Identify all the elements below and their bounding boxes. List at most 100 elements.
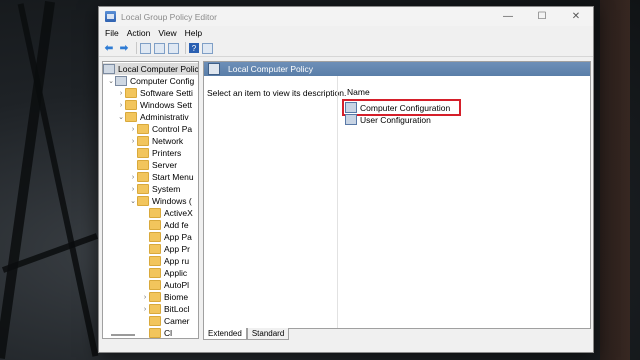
tree-item-component[interactable]: App Pa bbox=[141, 231, 192, 243]
tree-item-label: Windows ( bbox=[152, 196, 192, 206]
tree-item-label: AutoPl bbox=[164, 280, 190, 290]
tree-item-component[interactable]: Cl bbox=[141, 327, 172, 338]
horizontal-scrollbar[interactable] bbox=[111, 334, 135, 336]
folder-icon bbox=[149, 256, 161, 266]
tab-standard[interactable]: Standard bbox=[246, 328, 290, 340]
computer-icon bbox=[345, 102, 357, 113]
folder-icon bbox=[137, 184, 149, 194]
tree-item-label: Start Menu bbox=[152, 172, 194, 182]
tree-item-label: Camer bbox=[164, 316, 190, 326]
tree-item-component[interactable]: Add fe bbox=[141, 219, 189, 231]
policy-icon bbox=[103, 64, 115, 74]
list-item-computer-configuration[interactable]: Computer Configuration bbox=[341, 99, 462, 116]
tree-item-component[interactable]: AutoPl bbox=[141, 279, 189, 291]
chevron-right-icon[interactable]: › bbox=[117, 90, 125, 97]
folder-icon bbox=[137, 172, 149, 182]
properties-icon[interactable] bbox=[154, 42, 165, 54]
tree-item-label: System bbox=[152, 184, 181, 194]
tree-item-label: Windows Sett bbox=[140, 100, 192, 110]
tree-item-label: Network bbox=[152, 136, 184, 146]
tree-item-windows-components[interactable]: ⌄ Windows ( bbox=[129, 195, 192, 207]
tree-item-label: Add fe bbox=[164, 220, 189, 230]
forward-arrow-icon[interactable]: ➡ bbox=[118, 42, 130, 54]
tree-item-component[interactable]: › BitLocl bbox=[141, 303, 190, 315]
close-button[interactable]: ✕ bbox=[559, 7, 593, 26]
computer-icon bbox=[115, 76, 127, 86]
chevron-right-icon[interactable]: › bbox=[129, 126, 137, 133]
tree-item-component[interactable]: ActiveX bbox=[141, 207, 193, 219]
menu-file[interactable]: File bbox=[103, 28, 125, 38]
tree-item-label: Administrativ bbox=[140, 112, 189, 122]
tree-item-label: ActiveX bbox=[164, 208, 193, 218]
tree-item-software-settings[interactable]: › Software Setti bbox=[117, 87, 193, 99]
menu-view[interactable]: View bbox=[156, 28, 182, 38]
list-item-label: Computer Configuration bbox=[360, 102, 451, 113]
help-icon[interactable]: ? bbox=[189, 43, 199, 53]
filter-view-icon[interactable] bbox=[202, 42, 213, 54]
menu-help[interactable]: Help bbox=[183, 28, 208, 38]
tree-item-printers[interactable]: Printers bbox=[129, 147, 181, 159]
tree-item-label: App Pa bbox=[164, 232, 192, 242]
tree-item-system[interactable]: › System bbox=[129, 183, 180, 195]
chevron-right-icon[interactable]: › bbox=[129, 138, 137, 145]
chevron-right-icon[interactable]: › bbox=[117, 102, 125, 109]
tree-item-windows-settings[interactable]: › Windows Sett bbox=[117, 99, 192, 111]
tree-item-local-computer-policy[interactable]: Local Computer Polic bbox=[103, 63, 198, 75]
export-list-icon[interactable] bbox=[168, 42, 179, 54]
folder-icon bbox=[149, 220, 161, 230]
chevron-right-icon[interactable]: › bbox=[129, 186, 137, 193]
details-header: Local Computer Policy bbox=[204, 62, 590, 76]
maximize-button[interactable]: ☐ bbox=[525, 7, 559, 26]
menu-action[interactable]: Action bbox=[125, 28, 157, 38]
tree-item-network[interactable]: › Network bbox=[129, 135, 183, 147]
toolbar-separator bbox=[185, 42, 186, 54]
folder-icon bbox=[149, 292, 161, 302]
folder-icon bbox=[149, 268, 161, 278]
folder-icon bbox=[125, 112, 137, 122]
tree-item-server[interactable]: Server bbox=[129, 159, 177, 171]
folder-icon bbox=[149, 304, 161, 314]
tree-item-start-menu[interactable]: › Start Menu bbox=[129, 171, 194, 183]
tree-item-label: App ru bbox=[164, 256, 190, 266]
policy-icon bbox=[208, 63, 220, 75]
tree-item-component[interactable]: Camer bbox=[141, 315, 190, 327]
tree-item-component[interactable]: App Pr bbox=[141, 243, 190, 255]
tree-item-component[interactable]: › Biome bbox=[141, 291, 188, 303]
tree-item-computer-configuration[interactable]: ⌄ Computer Config bbox=[107, 75, 194, 87]
chevron-down-icon[interactable]: ⌄ bbox=[129, 197, 137, 205]
toolbar: ⬅ ➡ ? bbox=[99, 40, 593, 57]
tree-item-label: Biome bbox=[164, 292, 189, 302]
folder-icon bbox=[149, 208, 161, 218]
tree-item-component[interactable]: Applic bbox=[141, 267, 187, 279]
tab-extended[interactable]: Extended bbox=[203, 328, 247, 340]
folder-icon bbox=[149, 280, 161, 290]
folder-icon bbox=[137, 124, 149, 134]
chevron-down-icon[interactable]: ⌄ bbox=[107, 77, 115, 85]
details-pane: Local Computer Policy Select an item to … bbox=[203, 61, 591, 329]
console-tree[interactable]: Local Computer Polic ⌄ Computer Config ›… bbox=[102, 61, 199, 339]
tree-item-label: Applic bbox=[164, 268, 188, 278]
tree-item-component[interactable]: App ru bbox=[141, 255, 189, 267]
tree-item-control-panel[interactable]: › Control Pa bbox=[129, 123, 192, 135]
menu-bar: File Action View Help bbox=[99, 26, 593, 40]
folder-icon bbox=[125, 100, 137, 110]
tree-item-administrative-templates[interactable]: ⌄ Administrativ bbox=[117, 111, 189, 123]
folder-icon bbox=[149, 328, 161, 338]
chevron-right-icon[interactable]: › bbox=[141, 306, 149, 313]
folder-icon bbox=[149, 316, 161, 326]
folder-icon bbox=[149, 232, 161, 242]
name-column-header[interactable]: Name bbox=[347, 87, 370, 97]
back-arrow-icon[interactable]: ⬅ bbox=[103, 42, 115, 54]
console-tree-icon[interactable] bbox=[140, 42, 151, 54]
chevron-down-icon[interactable]: ⌄ bbox=[117, 113, 125, 121]
chevron-right-icon[interactable]: › bbox=[141, 294, 149, 301]
tree-item-label: Printers bbox=[152, 148, 182, 158]
details-header-title: Local Computer Policy bbox=[228, 64, 314, 74]
list-item-user-configuration[interactable]: User Configuration bbox=[345, 114, 431, 125]
title-bar: Local Group Policy Editor — ☐ ✕ bbox=[99, 7, 593, 26]
tree-item-label: Control Pa bbox=[152, 124, 193, 134]
chevron-right-icon[interactable]: › bbox=[129, 174, 137, 181]
minimize-button[interactable]: — bbox=[491, 7, 525, 26]
description-text: Select an item to view its description. bbox=[207, 88, 347, 98]
group-policy-editor-window: Local Group Policy Editor — ☐ ✕ File Act… bbox=[98, 6, 594, 353]
